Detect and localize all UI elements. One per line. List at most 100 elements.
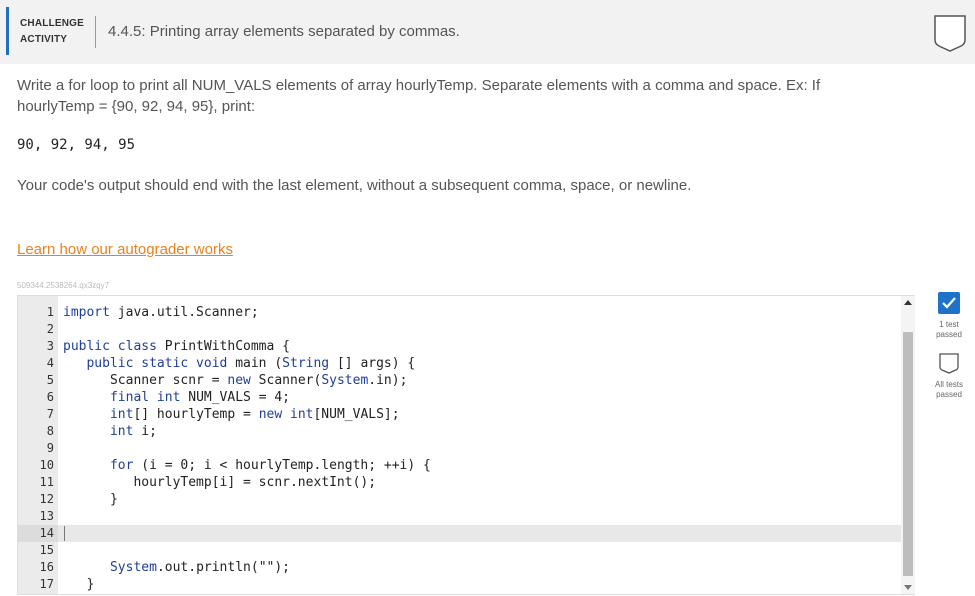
scroll-down-arrow-icon[interactable] <box>904 585 912 590</box>
code-keyword: public class <box>63 339 157 354</box>
test1-label-line1: 1 test <box>939 320 959 329</box>
line-number: 2 <box>46 322 54 336</box>
code-text[interactable]: } <box>63 491 118 508</box>
autograder-link[interactable]: Learn how our autograder works <box>17 241 233 258</box>
code-token: .in); <box>368 373 408 388</box>
code-keyword: for <box>109 458 134 473</box>
challenge-header: CHALLENGE ACTIVITY 4.4.5: Printing array… <box>0 0 975 64</box>
code-line[interactable]: 3 public class PrintWithComma { <box>18 338 902 355</box>
activity-identifier: 509344.2538264.qx3zqy7 <box>17 281 110 290</box>
output-requirement: Your code's output should end with the l… <box>17 177 692 194</box>
code-line[interactable]: 17 } <box>18 576 902 593</box>
line-number: 3 <box>46 339 54 353</box>
code-line[interactable]: 8 int i; <box>18 423 902 440</box>
code-keyword: System <box>109 560 157 575</box>
code-line[interactable]: 7 int[] hourlyTemp = new int[NUM_VALS]; <box>18 406 902 423</box>
code-line[interactable]: 14 <box>18 525 902 542</box>
line-number: 14 <box>39 526 54 540</box>
code-keyword: int <box>109 407 134 422</box>
activity-title: 4.4.5: Printing array elements separated… <box>108 23 460 40</box>
code-text[interactable]: int i; <box>63 423 157 440</box>
code-token: NUM_VALS = 4; <box>180 390 290 405</box>
line-number: 9 <box>46 441 54 455</box>
code-line[interactable]: 2 <box>18 321 902 338</box>
code-line[interactable]: 9 <box>18 440 902 457</box>
badge-line-2: ACTIVITY <box>20 34 68 45</box>
code-text[interactable]: import java.util.Scanner; <box>63 304 259 321</box>
code-text[interactable]: System.out.println(""); <box>63 559 290 576</box>
code-line[interactable]: 15 <box>18 542 902 559</box>
code-token: Scanner scnr = <box>63 373 228 388</box>
code-text[interactable]: hourlyTemp[i] = scnr.nextInt(); <box>63 474 376 491</box>
code-token: i; <box>133 424 157 439</box>
code-line[interactable]: 6 final int NUM_VALS = 4; <box>18 389 902 406</box>
code-text[interactable]: } <box>63 576 94 593</box>
code-token: "" <box>258 560 275 575</box>
test1-label-line2: passed <box>936 330 962 339</box>
line-number: 5 <box>46 373 54 387</box>
scroll-thumb[interactable] <box>903 332 913 576</box>
code-keyword: public static void <box>86 356 228 371</box>
test1-label: 1 test passed <box>928 320 970 340</box>
code-line[interactable]: 16 System.out.println(""); <box>18 559 902 576</box>
completion-shield-icon <box>934 15 966 52</box>
test-passed-check-icon <box>938 292 960 314</box>
code-text[interactable]: public class PrintWithComma { <box>63 338 290 355</box>
instructions-paragraph: Write a for loop to print all NUM_VALS e… <box>17 77 821 115</box>
badge-line-1: CHALLENGE <box>20 18 85 29</box>
code-line[interactable]: 4 public static void main (String [] arg… <box>18 355 902 372</box>
line-number: 6 <box>46 390 54 404</box>
code-line[interactable]: 13 <box>18 508 902 525</box>
challenge-badge: CHALLENGE ACTIVITY <box>20 16 84 48</box>
code-keyword: String <box>282 356 330 371</box>
code-line[interactable]: 5 Scanner scnr = new Scanner(System.in); <box>18 372 902 389</box>
code-token: (i = 0; i < hourlyTemp.length; ++i) { <box>133 458 431 473</box>
code-token: .out.println( <box>156 560 259 575</box>
test2-label: All tests passed <box>928 380 970 400</box>
code-line[interactable]: 12 } <box>18 491 902 508</box>
code-editor[interactable]: 1 import java.util.Scanner; 2 3 public class… <box>17 295 915 595</box>
code-token: } <box>63 492 118 507</box>
code-token: [] hourlyTemp = <box>133 407 259 422</box>
example-output: 90, 92, 94, 95 <box>17 137 136 153</box>
code-token: } <box>63 577 95 592</box>
code-lines[interactable]: 1 import java.util.Scanner; 2 3 public class… <box>18 304 902 593</box>
code-text[interactable]: int[] hourlyTemp = new int[NUM_VALS]; <box>63 406 400 423</box>
code-line[interactable]: 1 import java.util.Scanner; <box>18 304 902 321</box>
line-number: 12 <box>39 492 54 506</box>
line-number: 15 <box>39 543 54 557</box>
code-token: main ( <box>227 356 283 371</box>
all-tests-empty-check-icon <box>939 353 959 374</box>
text-cursor <box>64 526 65 541</box>
code-text[interactable]: Scanner scnr = new Scanner(System.in); <box>63 372 407 389</box>
code-token: [NUM_VALS]; <box>313 407 400 422</box>
scroll-up-arrow-icon[interactable] <box>904 300 912 305</box>
line-number: 11 <box>39 475 54 489</box>
header-divider <box>95 16 96 48</box>
header-accent-bar <box>6 7 9 55</box>
code-token: ); <box>274 560 290 575</box>
code-text[interactable]: for (i = 0; i < hourlyTemp.length; ++i) … <box>63 457 431 474</box>
code-keyword: new <box>227 373 251 388</box>
line-number: 16 <box>39 560 54 574</box>
code-keyword: new int <box>258 407 314 422</box>
line-number: 13 <box>39 509 54 523</box>
code-token: [] args) { <box>329 356 416 371</box>
code-line[interactable]: 11 hourlyTemp[i] = scnr.nextInt(); <box>18 474 902 491</box>
code-token: PrintWithComma { <box>156 339 290 354</box>
line-number: 7 <box>46 407 54 421</box>
editor-scrollbar[interactable] <box>901 296 915 594</box>
code-token: Scanner( <box>250 373 322 388</box>
line-number: 17 <box>39 577 54 591</box>
code-line[interactable]: 10 for (i = 0; i < hourlyTemp.length; ++… <box>18 457 902 474</box>
code-text[interactable]: public static void main (String [] args)… <box>63 355 415 372</box>
line-number: 10 <box>39 458 54 472</box>
code-keyword: import <box>63 305 110 320</box>
code-keyword: int <box>109 424 134 439</box>
code-text[interactable]: final int NUM_VALS = 4; <box>63 389 290 406</box>
